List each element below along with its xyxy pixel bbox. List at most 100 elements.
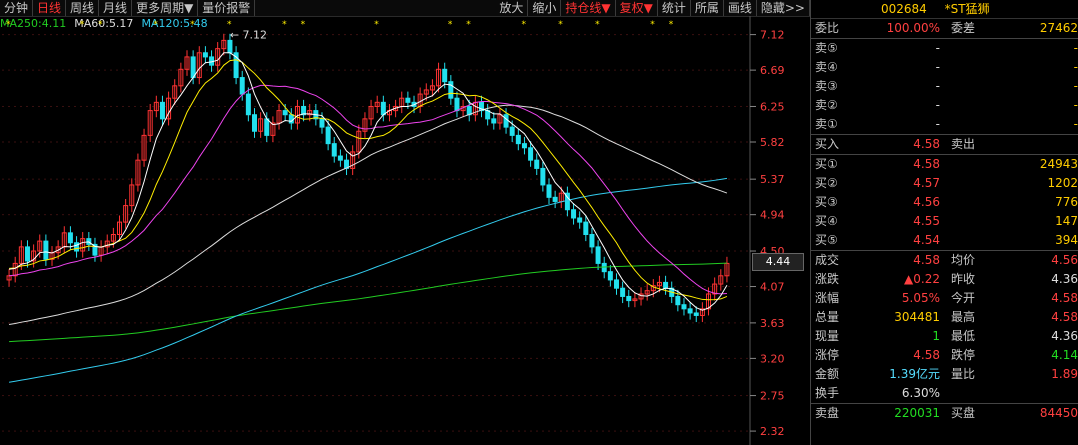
stock-header: 002684 *ST猛狮 — [811, 0, 1078, 19]
quote-panel: 002684 *ST猛狮 委比 100.00% 委差 27462 卖⑤ - - 卖④ -… — [810, 0, 1078, 445]
order-price: - — [935, 117, 940, 131]
toolbar-button[interactable]: 复权▼ — [616, 0, 658, 16]
order-price: - — [935, 41, 940, 55]
candle-body — [528, 147, 534, 161]
stat-label: 涨幅 — [815, 291, 840, 305]
candle-body — [540, 167, 546, 186]
stock-name: *ST猛狮 — [944, 2, 990, 16]
period-tab[interactable]: 量价报警 — [198, 0, 256, 16]
stat-label: 最高 — [951, 310, 976, 324]
order-row: 卖③ - - — [811, 77, 1078, 96]
candle-body — [693, 312, 699, 316]
candle-body — [521, 143, 527, 149]
y-tick-label: 5.82 — [760, 136, 785, 149]
candle-body — [675, 295, 681, 306]
candle-body — [546, 184, 552, 198]
candle-body — [448, 81, 454, 99]
period-toolbar: 分钟 日线 周线 月线 更多周期▼ 量价报警 放大 缩小 持仓线▼ 复权▼ 统计 所属 画线 隐藏>> — [0, 0, 810, 17]
candle-body — [442, 68, 448, 83]
order-row: 卖⑤ - - — [811, 39, 1078, 58]
candle-body — [515, 134, 521, 145]
period-tab[interactable]: 周线 — [66, 0, 100, 16]
stat-value: 304481 — [894, 310, 940, 324]
candle-body — [571, 209, 577, 219]
candle-body — [67, 232, 73, 244]
stat-label: 金额 — [815, 367, 840, 381]
candle-body — [595, 246, 601, 264]
toolbar-button[interactable]: 画线 — [724, 0, 757, 16]
order-label: 卖① — [815, 117, 838, 131]
toolbar-button[interactable]: 统计 — [658, 0, 691, 16]
candle-body — [454, 97, 460, 112]
marker-star: * — [521, 20, 526, 30]
stat-row: 涨跌 ▲0.22 昨收 4.36 — [811, 270, 1078, 289]
candle-body — [607, 271, 613, 281]
marker-star: * — [595, 20, 600, 30]
stat-row: 现量 1 最低 4.36 — [811, 327, 1078, 346]
toolbar-button[interactable]: 放大 — [495, 0, 529, 16]
candle-body — [325, 126, 331, 145]
y-tick-label: 4.07 — [760, 281, 785, 294]
marker-star: * — [669, 20, 674, 30]
order-price: - — [935, 60, 940, 74]
weibi-row: 委比 100.00% 委差 27462 — [815, 21, 1078, 35]
candle-body — [491, 118, 497, 124]
period-tab[interactable]: 更多周期▼ — [132, 0, 199, 16]
candle-body — [405, 97, 411, 103]
stat-value: 6.30% — [901, 386, 940, 400]
marker-star: * — [190, 20, 195, 30]
order-label: 卖⑤ — [815, 41, 838, 55]
candle-body — [331, 143, 337, 157]
marker-star: * — [80, 20, 85, 30]
y-tick-label: 2.32 — [760, 425, 785, 438]
ma5-line — [9, 52, 728, 311]
stat-value: 4.58 — [913, 348, 940, 362]
candle-body — [577, 217, 583, 223]
ma10-line — [9, 59, 728, 301]
marker-star: * — [227, 20, 232, 30]
marker-star: * — [98, 20, 103, 30]
stat-label: 涨跌 — [815, 272, 840, 286]
candle-body — [613, 279, 619, 289]
toolbar-button[interactable]: 缩小 — [528, 0, 562, 16]
candle-body — [202, 52, 208, 58]
order-price: 4.57 — [913, 176, 940, 190]
stat-label: 最低 — [951, 329, 976, 343]
toolbar-button[interactable]: 所属 — [691, 0, 724, 16]
marker-star: * — [558, 20, 563, 30]
candle-body — [43, 240, 49, 260]
stat-label: 跌停 — [951, 348, 976, 362]
period-tab[interactable]: 日线 — [33, 0, 67, 16]
candle-body — [681, 304, 687, 310]
stat-value: 4.58 — [1051, 291, 1078, 305]
stat-row: 涨幅 5.05% 今开 4.58 — [811, 289, 1078, 308]
quote-stats: 成交 4.58 均价 4.56 涨跌 ▲0.22 昨收 4.36 涨幅 5.05% 今开 4.58 总量… — [811, 250, 1078, 403]
period-tab[interactable]: 分钟 — [0, 0, 34, 16]
order-volume: 394 — [1055, 233, 1078, 247]
stat-value: 1 — [932, 329, 940, 343]
marker-star: * — [282, 20, 287, 30]
marker-star: * — [301, 20, 306, 30]
candle-body — [24, 246, 30, 262]
stat-label: 今开 — [951, 291, 976, 305]
candle-body — [552, 196, 558, 202]
stat-row: 金额 1.39亿元 量比 1.89 — [811, 365, 1078, 384]
toolbar-button[interactable]: 持仓线▼ — [561, 0, 616, 16]
toolbar-button[interactable]: 隐藏>> — [757, 0, 810, 16]
buyin-row: 买入 4.58 卖出 — [811, 134, 1078, 154]
stat-row: 涨停 4.58 跌停 4.14 — [811, 346, 1078, 365]
marker-star: * — [6, 20, 11, 30]
order-row: 买① 4.58 24943 — [811, 155, 1078, 174]
stat-label: 成交 — [815, 253, 840, 267]
stat-label: 换手 — [815, 386, 840, 400]
order-price: 4.54 — [913, 233, 940, 247]
order-label: 卖④ — [815, 60, 838, 74]
order-row: 买⑤ 4.54 394 — [811, 231, 1078, 250]
order-label: 买② — [815, 176, 838, 190]
order-volume: 147 — [1055, 214, 1078, 228]
period-tab[interactable]: 月线 — [99, 0, 133, 16]
order-volume: - — [1073, 41, 1078, 55]
candle-body — [319, 118, 325, 128]
pankou-row: 卖盘 220031 买盘 84450 — [811, 403, 1078, 423]
kline-chart[interactable]: 7.126.696.255.825.374.944.504.073.633.20… — [0, 16, 810, 445]
